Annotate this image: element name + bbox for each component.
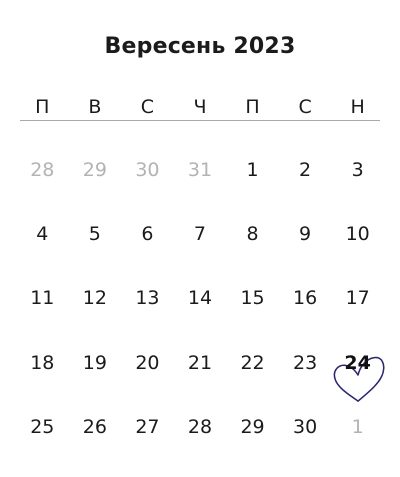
- weekday-label: В: [88, 96, 102, 118]
- day-cell[interactable]: 21: [174, 349, 227, 413]
- calendar-title: Вересень 2023: [104, 34, 296, 59]
- day-cell[interactable]: 13: [121, 284, 174, 348]
- day-cell[interactable]: 25: [16, 413, 69, 477]
- day-number: 29: [82, 159, 107, 181]
- day-cell[interactable]: 5: [69, 220, 122, 284]
- day-cell-outside-month[interactable]: 28: [16, 156, 69, 220]
- day-cell[interactable]: 27: [121, 413, 174, 477]
- day-number: 18: [30, 351, 55, 374]
- day-number: 20: [135, 351, 160, 374]
- day-cell-outside-month[interactable]: 31: [174, 156, 227, 220]
- day-number: 7: [193, 223, 207, 246]
- day-number: 23: [293, 351, 318, 374]
- day-number: 1: [246, 159, 259, 181]
- day-number: 13: [135, 287, 160, 310]
- day-cell[interactable]: 26: [69, 413, 122, 477]
- day-cell[interactable]: 6: [121, 220, 174, 284]
- day-number: 24: [344, 351, 371, 374]
- day-number: 4: [36, 223, 49, 246]
- day-cell[interactable]: 7: [174, 220, 227, 284]
- day-number: 1: [351, 415, 364, 438]
- day-number: 10: [345, 223, 370, 246]
- day-number: 6: [141, 223, 154, 246]
- day-cell[interactable]: 1: [226, 156, 279, 220]
- day-cell[interactable]: 2: [279, 156, 332, 220]
- day-cell[interactable]: 18: [16, 349, 69, 413]
- day-number: 28: [187, 415, 213, 438]
- day-number: 12: [82, 287, 107, 310]
- weekday-label: П: [245, 96, 260, 118]
- day-number: 16: [293, 287, 318, 310]
- day-number: 28: [30, 159, 55, 181]
- day-number: 9: [299, 223, 312, 246]
- weekday-label: Ч: [193, 96, 207, 118]
- day-grid: 28 29 30 31 1 2 3 4 5 6 7 8 9 10 11 12 13 14 15 16 17 18 19 20 2…: [16, 156, 385, 477]
- day-number: 14: [187, 287, 213, 310]
- day-cell[interactable]: 16: [279, 284, 332, 348]
- calendar: Вересень 2023 П В С Ч П С Н 28 29 30 31 1 2 3 4…: [0, 0, 400, 463]
- day-cell[interactable]: 11: [16, 284, 69, 348]
- day-cell[interactable]: 29: [226, 413, 279, 477]
- day-cell[interactable]: 28: [174, 413, 227, 477]
- day-number: 19: [82, 351, 107, 374]
- day-cell[interactable]: 4: [16, 220, 69, 284]
- day-number: 2: [299, 159, 312, 181]
- day-cell-outside-month[interactable]: 1: [331, 413, 384, 477]
- day-cell-outside-month[interactable]: 29: [69, 156, 122, 220]
- weekday-label: С: [140, 96, 155, 118]
- day-cell[interactable]: 30: [279, 413, 332, 477]
- day-number: 3: [351, 159, 364, 181]
- day-cell[interactable]: 23: [279, 349, 332, 413]
- day-number: 8: [246, 223, 259, 246]
- day-number: 29: [240, 415, 265, 438]
- day-number: 15: [240, 287, 265, 310]
- day-cell[interactable]: 17: [331, 284, 384, 348]
- day-number: 26: [82, 415, 107, 438]
- day-number: 30: [135, 159, 160, 181]
- day-number: 11: [30, 287, 55, 310]
- day-cell[interactable]: 15: [226, 284, 279, 348]
- day-cell[interactable]: 12: [69, 284, 122, 348]
- day-cell[interactable]: 10: [331, 220, 384, 284]
- day-number: 31: [187, 159, 213, 181]
- day-cell[interactable]: 8: [226, 220, 279, 284]
- weekday-label: Н: [350, 96, 365, 118]
- weekday-header-row: П В С Ч П С Н: [16, 96, 384, 118]
- day-number: 5: [88, 223, 101, 246]
- day-cell[interactable]: 19: [69, 349, 122, 413]
- day-number: 25: [30, 415, 55, 438]
- day-cell[interactable]: 20: [121, 349, 174, 413]
- day-number: 17: [345, 287, 370, 310]
- day-cell-outside-month[interactable]: 30: [121, 156, 174, 220]
- weekday-label: П: [35, 96, 50, 118]
- weekday-label: С: [298, 96, 312, 118]
- day-cell[interactable]: 14: [174, 284, 227, 348]
- day-cell[interactable]: 9: [279, 220, 332, 284]
- day-cell-highlighted[interactable]: 24: [331, 349, 385, 413]
- day-number: 22: [240, 351, 265, 374]
- day-cell[interactable]: 3: [331, 156, 384, 220]
- header-divider: [20, 120, 380, 121]
- day-number: 27: [135, 415, 160, 438]
- day-number: 30: [293, 415, 318, 438]
- day-number: 21: [187, 351, 213, 374]
- day-cell[interactable]: 22: [226, 349, 279, 413]
